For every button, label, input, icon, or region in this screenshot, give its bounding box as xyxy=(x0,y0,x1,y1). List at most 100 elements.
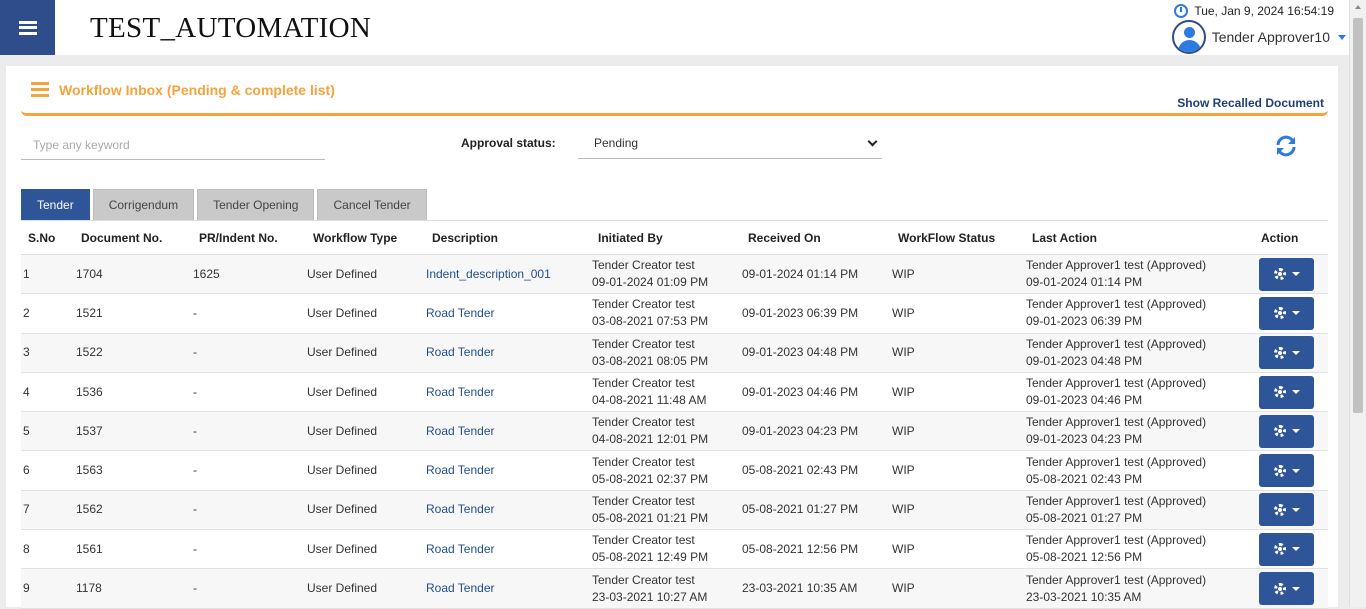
caret-down-icon xyxy=(1291,390,1300,395)
sno-cell: 4 xyxy=(21,372,74,413)
description-link[interactable]: Road Tender xyxy=(426,502,495,516)
action-dropdown-button[interactable] xyxy=(1259,414,1314,448)
gear-icon xyxy=(1273,307,1286,320)
tab-tender-opening[interactable]: Tender Opening xyxy=(197,189,315,221)
received-on-cell: 23-03-2021 10:35 AM xyxy=(737,568,887,609)
refresh-button[interactable] xyxy=(1274,134,1298,158)
workflow-type-cell: User Defined xyxy=(306,411,425,452)
tab-cancel-tender[interactable]: Cancel Tender xyxy=(317,189,427,221)
action-dropdown-button[interactable] xyxy=(1259,454,1314,488)
search-input[interactable] xyxy=(21,130,325,160)
action-dropdown-button[interactable] xyxy=(1259,336,1314,370)
received-on-cell: 09-01-2023 04:23 PM xyxy=(737,411,887,452)
datetime: Tue, Jan 9, 2024 16:54:19 xyxy=(1174,4,1334,18)
workflow-type-cell: User Defined xyxy=(306,529,425,570)
workflow-status-cell: WIP xyxy=(887,293,1021,334)
avatar xyxy=(1171,20,1206,54)
description-link[interactable]: Road Tender xyxy=(426,306,495,320)
datetime-text: Tue, Jan 9, 2024 16:54:19 xyxy=(1194,4,1334,18)
workflow-table: S.No Document No. PR/Indent No. Workflow… xyxy=(21,220,1328,609)
table-row: 5 1537 - User Defined Road Tender Tender… xyxy=(21,411,1328,452)
description-cell: Road Tender xyxy=(425,372,587,413)
gear-icon xyxy=(1273,386,1286,399)
initiated-by-cell: Tender Creator test 05-08-2021 01:21 PM xyxy=(587,490,737,531)
workflow-type-cell: User Defined xyxy=(306,450,425,491)
received-on-cell: 05-08-2021 02:43 PM xyxy=(737,450,887,491)
initiated-by-cell: Tender Creator test 05-08-2021 02:37 PM xyxy=(587,450,737,491)
column-header: Document No. xyxy=(74,220,191,255)
description-cell: Road Tender xyxy=(425,411,587,452)
description-link[interactable]: Road Tender xyxy=(426,581,495,595)
description-cell: Road Tender xyxy=(425,490,587,531)
action-dropdown-button[interactable] xyxy=(1259,572,1314,606)
document-no-cell: 1561 xyxy=(74,529,191,570)
last-action-date: 23-03-2021 10:35 AM xyxy=(1026,589,1142,604)
action-dropdown-button[interactable] xyxy=(1259,257,1314,291)
column-header: Last Action xyxy=(1021,220,1246,255)
last-action-date: 05-08-2021 02:43 PM xyxy=(1026,471,1143,486)
action-dropdown-button[interactable] xyxy=(1259,493,1314,527)
initiated-date: 05-08-2021 12:49 PM xyxy=(592,550,709,565)
gear-icon xyxy=(1273,543,1286,556)
description-link[interactable]: Indent_description_001 xyxy=(426,267,551,281)
scroll-up-icon[interactable] xyxy=(1355,5,1361,9)
hamburger-menu-button[interactable] xyxy=(0,0,55,55)
last-action-text: Tender Approver1 test (Approved) xyxy=(1026,493,1207,508)
document-no-cell: 1536 xyxy=(74,372,191,413)
initiated-by-cell: Tender Creator test 04-08-2021 12:01 PM xyxy=(587,411,737,452)
workflow-status-cell: WIP xyxy=(887,529,1021,570)
last-action-cell: Tender Approver1 test (Approved) 09-01-20… xyxy=(1021,372,1246,413)
initiated-by-cell: Tender Creator test 09-01-2024 01:09 PM xyxy=(587,254,737,295)
initiated-date: 04-08-2021 11:48 AM xyxy=(592,393,707,408)
user-menu[interactable]: Tender Approver10 xyxy=(1171,20,1346,54)
workflow-type-cell: User Defined xyxy=(306,333,425,373)
last-action-text: Tender Approver1 test (Approved) xyxy=(1026,572,1207,587)
tab-corrigendum[interactable]: Corrigendum xyxy=(92,189,195,221)
table-row: 4 1536 - User Defined Road Tender Tender… xyxy=(21,372,1328,413)
action-dropdown-button[interactable] xyxy=(1259,375,1314,409)
description-cell: Road Tender xyxy=(425,450,587,491)
show-recalled-document-link[interactable]: Show Recalled Document xyxy=(1177,96,1324,110)
sno-cell: 5 xyxy=(21,411,74,452)
action-cell xyxy=(1246,372,1328,413)
tab-tender[interactable]: Tender xyxy=(21,189,90,221)
action-dropdown-button[interactable] xyxy=(1259,532,1314,566)
workflow-status-cell: WIP xyxy=(887,450,1021,491)
approval-status-select[interactable]: Pending xyxy=(578,128,882,159)
table-body: 1 1704 1625 User Defined Indent_descript… xyxy=(21,254,1328,609)
last-action-text: Tender Approver1 test (Approved) xyxy=(1026,336,1207,351)
sno-cell: 3 xyxy=(21,333,74,373)
gear-icon xyxy=(1273,464,1286,477)
description-link[interactable]: Road Tender xyxy=(426,424,495,438)
table-row: 9 1178 - User Defined Road Tender Tender… xyxy=(21,568,1328,609)
description-link[interactable]: Road Tender xyxy=(426,345,495,359)
initiated-date: 03-08-2021 07:53 PM xyxy=(592,314,709,329)
last-action-cell: Tender Approver1 test (Approved) 05-08-20… xyxy=(1021,450,1246,491)
page-scrollbar[interactable] xyxy=(1349,0,1366,607)
initiator-name: Tender Creator test xyxy=(592,297,695,312)
description-link[interactable]: Road Tender xyxy=(426,463,495,477)
scrollbar-thumb[interactable] xyxy=(1353,18,1363,413)
pr-indent-no-cell: 1625 xyxy=(191,254,306,295)
last-action-date: 09-01-2023 04:23 PM xyxy=(1026,432,1143,447)
sno-cell: 1 xyxy=(21,254,74,295)
action-cell xyxy=(1246,293,1328,334)
description-link[interactable]: Road Tender xyxy=(426,542,495,556)
action-cell xyxy=(1246,568,1328,609)
description-cell: Indent_description_001 xyxy=(425,254,587,295)
caret-down-icon xyxy=(1291,586,1300,591)
initiator-name: Tender Creator test xyxy=(592,415,695,430)
action-cell xyxy=(1246,529,1328,570)
hamburger-icon xyxy=(18,20,37,35)
approval-status-value: Pending xyxy=(594,136,639,150)
gear-icon xyxy=(1273,425,1286,438)
action-dropdown-button[interactable] xyxy=(1259,296,1314,330)
action-cell xyxy=(1246,254,1328,295)
last-action-text: Tender Approver1 test (Approved) xyxy=(1026,454,1207,469)
column-header: Received On xyxy=(737,220,887,255)
description-link[interactable]: Road Tender xyxy=(426,385,495,399)
initiator-name: Tender Creator test xyxy=(592,336,695,351)
initiated-date: 05-08-2021 01:21 PM xyxy=(592,510,709,525)
gear-icon xyxy=(1273,503,1286,516)
chevron-down-icon xyxy=(1338,34,1346,40)
